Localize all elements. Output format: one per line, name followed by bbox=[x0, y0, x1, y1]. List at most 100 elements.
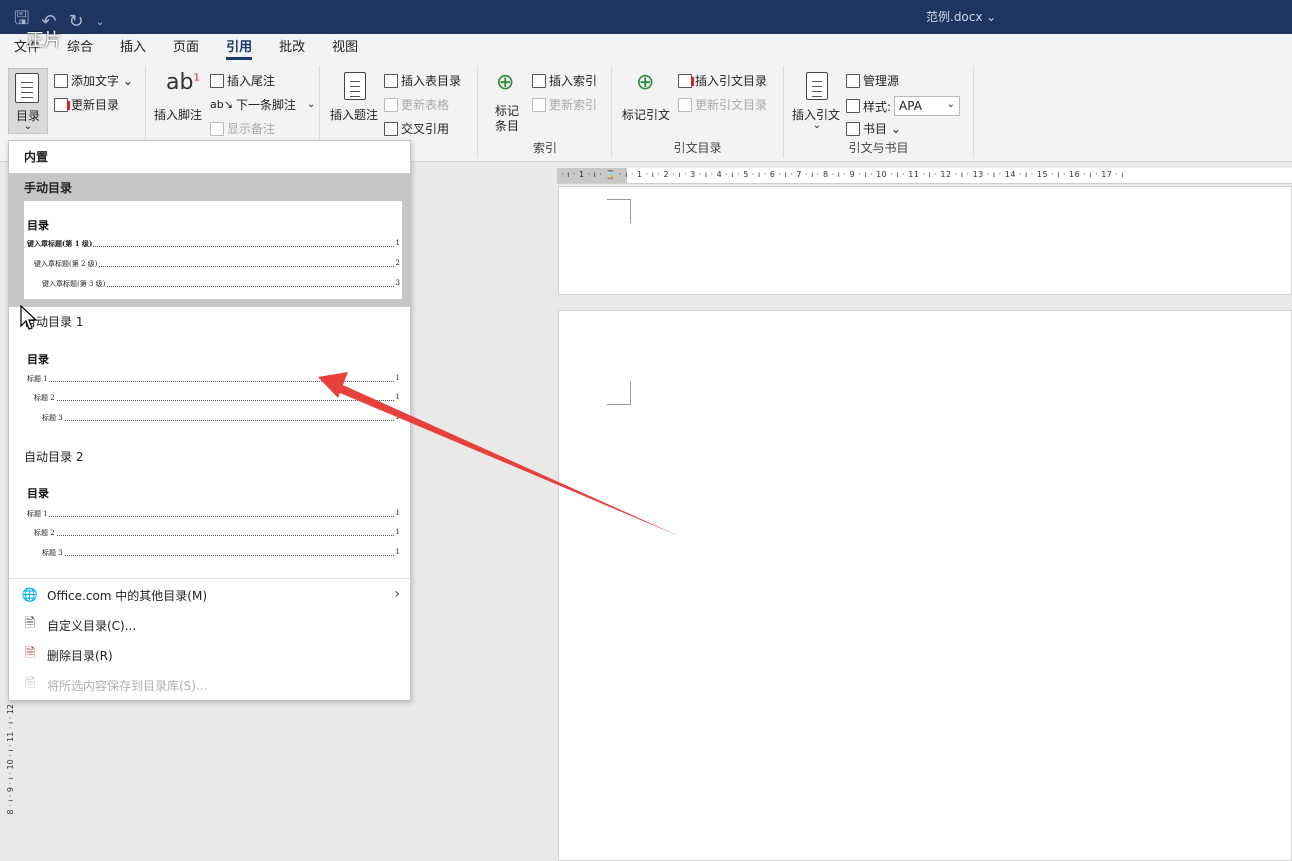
mark-entry-button[interactable]: ⊕ 标记 条目 bbox=[486, 68, 528, 138]
menu-divider bbox=[9, 578, 410, 579]
toc-preview-line: 键入章标题(第 3 级) 3 bbox=[42, 279, 400, 289]
toc-icon bbox=[15, 73, 39, 103]
toc-preview-line: 键入章标题(第 2 级) 2 bbox=[34, 259, 400, 269]
custom-toc-item[interactable]: 🗎 自定义目录(C)... bbox=[9, 610, 410, 640]
update-index-button[interactable]: 更新索引 bbox=[532, 96, 597, 113]
citation-toc-group: ⊕ 标记引文 插入引文目录 更新引文目录 引文目录 bbox=[612, 66, 784, 158]
cross-reference-button[interactable]: 交叉引用 bbox=[384, 120, 449, 137]
customize-qat-icon[interactable]: ⌄ bbox=[96, 15, 105, 28]
globe-icon: 🌐 bbox=[21, 587, 39, 603]
cross-reference-icon bbox=[384, 121, 398, 136]
bibliography-icon bbox=[846, 121, 860, 136]
document-page-1[interactable] bbox=[558, 186, 1292, 295]
mark-entry-line2: 条目 bbox=[494, 119, 519, 133]
update-table-button[interactable]: 更新表格 bbox=[384, 96, 449, 113]
update-index-icon bbox=[532, 97, 546, 112]
insert-endnote-button[interactable]: 插入尾注 bbox=[210, 72, 275, 89]
auto-toc-2-preview: 目录 标题 1 1 标题 2 1 标题 3 1 bbox=[24, 469, 402, 567]
toc-preview-line: 标题 1 1 bbox=[27, 509, 400, 519]
manual-toc-label: 手动目录 bbox=[24, 181, 73, 195]
table-of-figures-icon bbox=[384, 73, 398, 88]
toc-line-text: 标题 1 bbox=[27, 374, 49, 384]
insert-toa-label: 插入引文目录 bbox=[695, 74, 768, 88]
tab-insert[interactable]: 插入 bbox=[120, 34, 146, 62]
toc-line-text: 键入章标题(第 1 级) bbox=[27, 239, 94, 249]
update-toc-button[interactable]: 更新目录 bbox=[54, 96, 119, 113]
insert-caption-button[interactable]: 插入题注 bbox=[328, 68, 380, 128]
insert-table-of-figures-button[interactable]: 插入表目录 bbox=[384, 72, 461, 89]
toc-line-page: 2 bbox=[395, 259, 400, 267]
tab-general[interactable]: 综合 bbox=[67, 34, 93, 62]
preview-title: 目录 bbox=[27, 353, 49, 366]
save-selection-item[interactable]: 🗎 将所选内容保存到目录库(S)... bbox=[9, 670, 410, 700]
manage-sources-button[interactable]: 管理源 bbox=[846, 72, 899, 89]
ruler-ticks: · ı · 1 · ı · ⌛ · ı · 1 · ı · 2 · ı · 3 … bbox=[561, 170, 1125, 179]
toc-line-text: 键入章标题(第 2 级) bbox=[34, 259, 99, 269]
toc-button[interactable]: 目录 ⌄ bbox=[8, 68, 48, 134]
insert-citation-icon bbox=[806, 72, 828, 100]
delete-document-icon: 🗎 bbox=[24, 646, 36, 661]
document-icon: 🗎 bbox=[24, 616, 36, 631]
chevron-down-icon: ⌄ bbox=[812, 120, 822, 131]
auto-toc-1-option[interactable]: 自动目录 1 目录 标题 11 标题 21 标题 31 bbox=[9, 307, 410, 441]
style-icon bbox=[846, 99, 860, 113]
update-toc-icon bbox=[54, 97, 70, 112]
document-title[interactable]: 范例.docx ⌄ bbox=[926, 8, 996, 25]
vertical-ruler[interactable]: 8 · ı · 9 · ı · 10 · ı · 11 · ı · 12 bbox=[0, 700, 22, 861]
mark-citation-button[interactable]: ⊕ 标记引文 bbox=[622, 68, 674, 128]
chevron-down-icon: ⌄ bbox=[306, 99, 316, 110]
tab-layout[interactable]: 页面 bbox=[173, 34, 199, 62]
update-toa-label: 更新引文目录 bbox=[695, 98, 768, 112]
show-notes-button[interactable]: 显示备注 bbox=[210, 120, 275, 137]
update-table-label: 更新表格 bbox=[401, 98, 450, 112]
document-page-2[interactable] bbox=[558, 310, 1292, 861]
horizontal-ruler[interactable]: · ı · 1 · ı · ⌛ · ı · 1 · ı · 2 · ı · 3 … bbox=[557, 168, 1292, 184]
next-footnote-button[interactable]: ab↘ 下一条脚注 ⌄ bbox=[210, 96, 315, 113]
toc-line-page: 1 bbox=[395, 528, 400, 536]
more-office-toc-item[interactable]: 🌐 Office.com 中的其他目录(M) › bbox=[9, 580, 410, 610]
toc-line-page: 1 bbox=[395, 509, 400, 517]
add-text-label: 添加文字 ⌄ bbox=[71, 74, 133, 88]
bibliography-button[interactable]: 书目 ⌄ bbox=[846, 120, 901, 137]
style-select-value: APA bbox=[899, 99, 922, 113]
citations-group-label: 引文与书目 bbox=[848, 141, 909, 155]
show-notes-icon bbox=[210, 121, 224, 136]
index-group: ⊕ 标记 条目 插入索引 更新索引 索引 bbox=[478, 66, 612, 158]
tab-references[interactable]: 引用 bbox=[226, 34, 253, 62]
show-notes-label: 显示备注 bbox=[227, 122, 276, 136]
toc-preview-line: 键入章标题(第 1 级) 1 bbox=[27, 239, 400, 249]
insert-index-button[interactable]: 插入索引 bbox=[532, 72, 597, 89]
toc-line-page: 3 bbox=[395, 279, 400, 287]
toc-gallery-dropdown: 内置 手动目录 目录 键入章标题(第 1 级) 1 键入章标题(第 2 级) 2 键… bbox=[8, 140, 411, 701]
toc-preview-line: 标题 2 1 bbox=[34, 393, 400, 403]
add-text-button[interactable]: 添加文字 ⌄ bbox=[54, 72, 133, 89]
video-watermark: 正片 bbox=[26, 30, 62, 51]
insert-citation-button[interactable]: 插入引文 ⌄ bbox=[792, 68, 842, 134]
insert-toa-button[interactable]: 插入引文目录 bbox=[678, 72, 767, 89]
mark-citation-icon: ⊕ bbox=[636, 70, 655, 95]
insert-index-label: 插入索引 bbox=[549, 74, 598, 88]
tab-review[interactable]: 批改 bbox=[279, 34, 305, 62]
auto-toc-2-label: 自动目录 2 bbox=[24, 450, 84, 464]
endnote-icon bbox=[210, 73, 224, 88]
toc-line-page: 1 bbox=[395, 239, 400, 247]
toc-preview-line: 标题 3 1 bbox=[42, 548, 400, 558]
manual-toc-option[interactable]: 手动目录 目录 键入章标题(第 1 级) 1 键入章标题(第 2 级) 2 键入章标… bbox=[9, 173, 410, 307]
update-toa-button[interactable]: 更新引文目录 bbox=[678, 96, 767, 113]
toc-line-page: 1 bbox=[395, 548, 400, 556]
mouse-cursor-icon bbox=[20, 305, 38, 330]
style-select[interactable]: APA ⌄ bbox=[894, 96, 961, 116]
manual-toc-preview: 目录 键入章标题(第 1 级) 1 键入章标题(第 2 级) 2 键入章标题(第 3… bbox=[24, 201, 402, 299]
redo-icon[interactable]: ↻ bbox=[68, 11, 83, 32]
remove-toc-item[interactable]: 🗎 删除目录(R) bbox=[9, 640, 410, 670]
chevron-right-icon: › bbox=[394, 586, 400, 602]
mark-entry-icon: ⊕ bbox=[496, 70, 515, 95]
auto-toc-2-option[interactable]: 自动目录 2 目录 标题 1 1 标题 2 1 标题 3 1 bbox=[9, 441, 410, 575]
page-corner-mark bbox=[607, 381, 631, 405]
insert-footnote-button[interactable]: ab1 插入脚注 bbox=[154, 68, 204, 128]
caption-icon bbox=[344, 72, 366, 100]
tab-view[interactable]: 视图 bbox=[332, 34, 358, 62]
toc-line-text: 标题 3 bbox=[42, 548, 64, 558]
toc-line-page: 1 bbox=[395, 413, 400, 421]
toc-line-text: 标题 3 bbox=[42, 413, 64, 423]
